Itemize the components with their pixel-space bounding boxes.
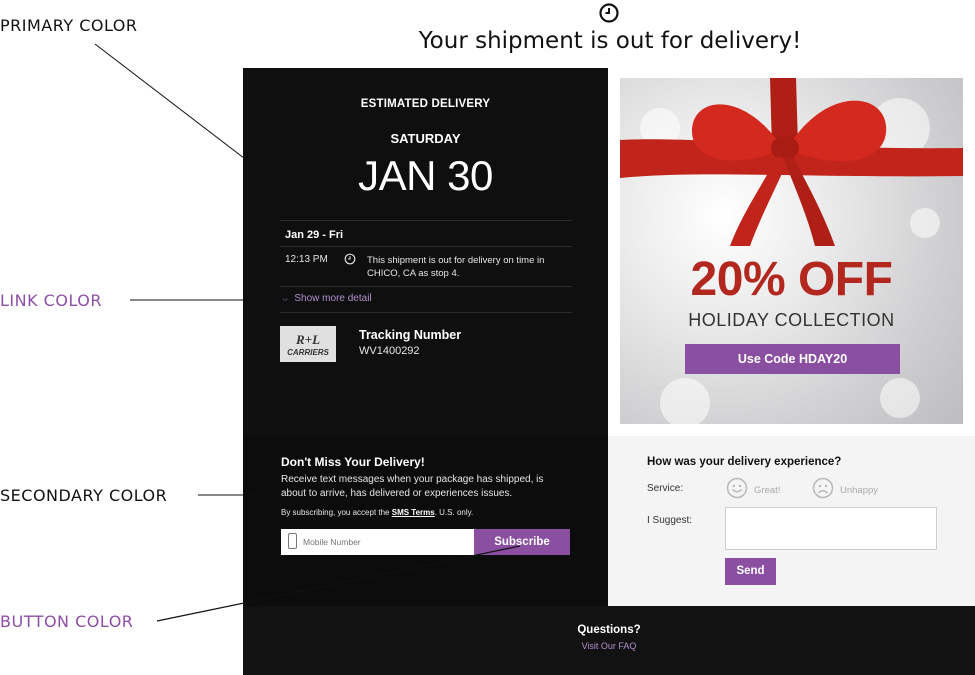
sms-title: Don't Miss Your Delivery!	[281, 455, 425, 469]
suggest-label: I Suggest:	[647, 515, 693, 526]
delivery-day: SATURDAY	[390, 131, 461, 146]
page-title: Your shipment is out for delivery!	[418, 28, 802, 54]
questions-title: Questions?	[577, 624, 641, 636]
sms-body: Receive text messages when your package …	[281, 474, 544, 499]
feedback-panel: How was your delivery experience? Servic…	[608, 436, 975, 606]
promo-banner[interactable]: 20% OFF HOLIDAY COLLECTION Use Code HDAY…	[620, 78, 963, 424]
annotation-link-color: LINK COLOR	[0, 291, 102, 310]
svg-text:CARRIERS: CARRIERS	[287, 348, 329, 357]
tracking-label: Tracking Number	[359, 328, 462, 342]
chevron-down-icon: ⌄	[281, 293, 290, 304]
clock-icon	[599, 3, 619, 23]
promo-subhead: HOLIDAY COLLECTION	[688, 310, 895, 330]
clock-icon	[344, 253, 356, 265]
smiley-sad-icon[interactable]	[812, 477, 834, 499]
event-description: This shipment is out for delivery on tim…	[367, 255, 545, 279]
faq-link[interactable]: Visit Our FAQ	[243, 641, 975, 651]
estimated-delivery-label: ESTIMATED DELIVERY	[360, 98, 491, 110]
carrier-logo: R+L CARRIERS	[280, 326, 336, 362]
promo-code-button[interactable]: Use Code HDAY20	[685, 344, 900, 374]
annotation-secondary-color: SECONDARY COLOR	[0, 486, 168, 505]
show-more-label: Show more detail	[294, 293, 372, 304]
footer: Questions? Visit Our FAQ	[243, 606, 975, 675]
delivery-panel: ESTIMATED DELIVERY SATURDAY JAN 30 Jan 2…	[243, 68, 608, 436]
mobile-number-input[interactable]	[281, 529, 474, 555]
unhappy-option[interactable]: Unhappy	[840, 485, 878, 496]
feedback-title: How was your delivery experience?	[647, 456, 842, 468]
phone-icon	[288, 533, 297, 549]
subscribe-button[interactable]: Subscribe	[474, 529, 570, 555]
event-time: 12:13 PM	[285, 254, 328, 265]
sms-terms: By subscribing, you accept the SMS Terms…	[281, 508, 473, 517]
annotation-button-color: BUTTON COLOR	[0, 612, 134, 631]
great-option[interactable]: Great!	[754, 485, 780, 496]
show-more-link[interactable]: ⌄ Show more detail	[281, 293, 372, 304]
sms-terms-prefix: By subscribing, you accept the	[281, 508, 390, 517]
ribbon-bow-image	[620, 78, 963, 246]
service-label: Service:	[647, 483, 684, 494]
divider	[280, 312, 572, 313]
divider	[280, 246, 572, 247]
tracking-number: WV1400292	[359, 345, 420, 357]
sms-terms-suffix: . U.S. only.	[434, 508, 474, 517]
send-button[interactable]: Send	[725, 558, 776, 585]
promo-panel: 20% OFF HOLIDAY COLLECTION Use Code HDAY…	[608, 68, 975, 436]
event-date: Jan 29 - Fri	[285, 229, 344, 241]
delivery-date: JAN 30	[358, 152, 493, 199]
divider	[280, 220, 572, 221]
suggestion-textarea[interactable]	[725, 507, 937, 550]
sms-terms-link[interactable]: SMS Terms	[392, 508, 435, 517]
smiley-happy-icon[interactable]	[726, 477, 748, 499]
svg-text:R+L: R+L	[295, 332, 320, 347]
sms-signup-panel: Don't Miss Your Delivery! Receive text m…	[243, 436, 608, 606]
divider	[280, 286, 572, 287]
annotation-primary-color: PRIMARY COLOR	[0, 16, 138, 35]
promo-headline: 20% OFF	[690, 253, 893, 306]
